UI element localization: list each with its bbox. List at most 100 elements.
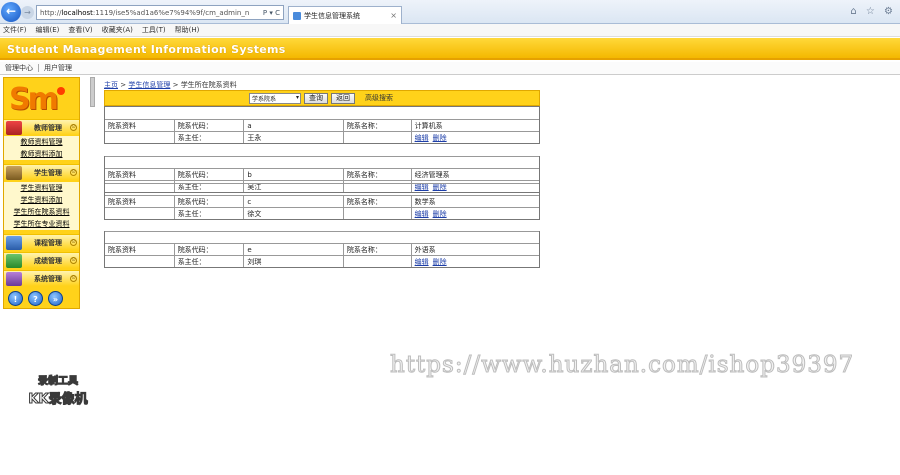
forward-arrow-icon[interactable]: → [21, 6, 34, 19]
edit-link[interactable]: 编辑 [415, 133, 429, 143]
browser-tool-icons[interactable]: ⌂ ☆ ⚙ [850, 6, 896, 17]
address-controls[interactable]: P ▾ C [263, 9, 283, 17]
menu-edit[interactable]: 编辑(E) [36, 25, 60, 35]
app-toolbar: 管理中心 用户管理 [0, 62, 900, 75]
student-icon [6, 165, 22, 180]
breadcrumb-current: 学生所在院系资料 [180, 81, 237, 89]
department-record: 院系资料 院系代码： a 院系名称： 计算机系 系主任： 王永 编辑 删除 [104, 106, 540, 144]
department-record: 院系资料 院系代码： e 院系名称： 外语系 系主任： 刘琪 编辑 删除 [104, 231, 540, 268]
menu-tools[interactable]: 工具(T) [142, 25, 166, 35]
advanced-search-link[interactable]: 高级搜索 [365, 93, 393, 103]
browser-tab[interactable]: 学生信息管理系统 × [288, 6, 402, 24]
delete-link[interactable]: 删除 [433, 133, 447, 143]
department-code: c [243, 196, 343, 207]
sidebar-section-grades[interactable]: 成绩管理 ⊙ [4, 252, 79, 268]
sidebar-section-course[interactable]: 课程管理 ⊙ [4, 234, 79, 250]
sidebar-item-department[interactable]: 学生所在院系资料 [4, 206, 79, 218]
department-head: 刘琪 [243, 256, 343, 267]
chevron-down-icon: ▾ [295, 93, 299, 101]
sidebar-item-student-add[interactable]: 学生资料添加 [4, 194, 79, 206]
logo-text: Sm [9, 82, 59, 117]
next-icon[interactable]: » [48, 291, 63, 306]
sidebar-section-teacher[interactable]: 教师管理 ⊙ [4, 119, 79, 135]
recorder-watermark-line2: KK录像机 [28, 392, 88, 408]
menu-help[interactable]: 帮助(H) [175, 25, 200, 35]
breadcrumb-home-link[interactable]: 主页 [104, 81, 118, 89]
back-button[interactable]: 返回 [331, 92, 355, 104]
delete-link[interactable]: 删除 [433, 257, 447, 267]
record-title-blank [105, 132, 174, 143]
department-record: 院系资料 院系代码： c 院系名称： 数学系 系主任： 徐文 编辑 删除 [104, 183, 540, 220]
breadcrumb-section-link[interactable]: 学生信息管理 [128, 81, 170, 89]
record-spacer-row [105, 231, 539, 243]
address-url[interactable]: http://localhost:1119/ise5%ad1a6%e7%94%9… [40, 9, 250, 17]
sidebar-item-teacher-manage[interactable]: 教师资料管理 [4, 136, 79, 148]
sidebar-splitter-handle[interactable] [90, 77, 95, 107]
department-head: 徐文 [243, 208, 343, 219]
search-bar: 学系院系 ▾ 查询 返回 高级搜索 [104, 90, 540, 106]
edit-link[interactable]: 编辑 [415, 257, 429, 267]
collapse-icon[interactable]: ⊙ [70, 124, 77, 131]
name-label: 院系名称： [342, 120, 411, 131]
code-label: 院系代码： [173, 169, 244, 180]
record-title: 院系资料 [108, 245, 136, 254]
collapse-icon[interactable]: ⊙ [70, 169, 77, 176]
info-icon[interactable]: ! [8, 291, 23, 306]
record-title: 院系资料 [108, 121, 136, 130]
toolbar-divider [38, 64, 39, 72]
record-code-row: 院系资料 院系代码： a 院系名称： 计算机系 [105, 119, 539, 131]
name-label: 院系名称： [342, 244, 411, 255]
address-bar[interactable]: http://localhost:1119/ise5%ad1a6%e7%94%9… [36, 5, 284, 20]
expand-icon[interactable]: ⊙ [70, 239, 77, 246]
menu-view[interactable]: 查看(V) [68, 25, 92, 35]
expand-icon[interactable]: ⊙ [70, 275, 77, 282]
record-code-row: 院系资料 院系代码： e 院系名称： 外语系 [105, 243, 539, 255]
help-icon[interactable]: ? [28, 291, 43, 306]
record-title-blank [105, 256, 174, 267]
menu-bar: 文件(F) 编辑(E) 查看(V) 收藏夹(A) 工具(T) 帮助(H) [0, 24, 900, 37]
code-label: 院系代码： [173, 196, 244, 207]
app-header: Student Management Information Systems [0, 38, 900, 60]
search-field-select[interactable]: 学系院系 ▾ [249, 92, 301, 104]
close-tab-icon[interactable]: × [390, 11, 397, 20]
department-head: 王永 [243, 132, 343, 143]
breadcrumb: 主页 > 学生信息管理 > 学生所在院系资料 [104, 80, 237, 90]
department-code: b [243, 169, 343, 180]
toolbar-user-management[interactable]: 用户管理 [41, 63, 75, 73]
edit-link[interactable]: 编辑 [415, 209, 429, 219]
sidebar-bottom-buttons: ! ? » [8, 291, 63, 306]
record-title: 院系资料 [108, 197, 136, 206]
sidebar: Sm 教师管理 ⊙ 教师资料管理 教师资料添加 学生管理 ⊙ 学生资料管理 学生… [3, 77, 80, 309]
logo-dot-icon [57, 87, 65, 95]
empty-cell [342, 132, 411, 143]
sidebar-section-label: 成绩管理 [34, 256, 62, 265]
record-title: 院系资料 [108, 170, 136, 179]
record-actions: 编辑 删除 [410, 256, 539, 267]
sidebar-section-system[interactable]: 系统管理 ⊙ [4, 270, 79, 286]
system-icon [6, 271, 22, 286]
empty-cell [342, 256, 411, 267]
record-code-row: 院系资料 院系代码： c 院系名称： 数学系 [105, 195, 539, 207]
recorder-watermark: 录制工具 KK录像机 [18, 372, 98, 408]
sidebar-item-student-manage[interactable]: 学生资料管理 [4, 182, 79, 194]
name-label: 院系名称： [342, 196, 411, 207]
sidebar-section-student[interactable]: 学生管理 ⊙ [4, 164, 79, 180]
search-button[interactable]: 查询 [304, 92, 328, 104]
menu-file[interactable]: 文件(F) [3, 25, 27, 35]
toolbar-admin-center[interactable]: 管理中心 [2, 63, 36, 73]
watermark-url: https://www.huzhan.com/ishop39397 [389, 352, 855, 379]
search-select-value: 学系院系 [252, 95, 277, 103]
record-spacer-row [105, 107, 539, 119]
sidebar-section-label: 系统管理 [34, 274, 62, 283]
page-icon [293, 11, 301, 20]
delete-link[interactable]: 删除 [433, 209, 447, 219]
expand-icon[interactable]: ⊙ [70, 257, 77, 264]
sidebar-section-label: 课程管理 [34, 238, 62, 247]
sidebar-item-teacher-add[interactable]: 教师资料添加 [4, 148, 79, 160]
menu-favorites[interactable]: 收藏夹(A) [102, 25, 133, 35]
record-title-blank [105, 208, 174, 219]
back-arrow-icon[interactable]: ← [1, 2, 21, 22]
sidebar-teacher-items: 教师资料管理 教师资料添加 [4, 136, 79, 160]
record-spacer-row [105, 183, 539, 195]
sidebar-item-major[interactable]: 学生所在专业资料 [4, 218, 79, 230]
